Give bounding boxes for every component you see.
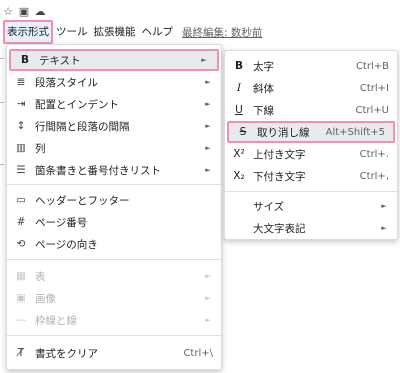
bold-icon: B xyxy=(234,60,243,72)
line-spacing-icon: ↕ xyxy=(16,120,26,132)
bold-icon: B xyxy=(20,54,29,66)
menu-extensions[interactable]: 拡張機能 xyxy=(91,22,139,42)
menu-item-page-numbers[interactable]: # ページ番号 xyxy=(7,211,221,233)
submenu-item-italic[interactable]: I 斜体 Ctrl+I xyxy=(225,77,397,99)
submenu-item-bold[interactable]: B 太字 Ctrl+B xyxy=(225,55,397,77)
menu-item-header-footer[interactable]: ▭ ヘッダーとフッター xyxy=(7,189,221,211)
menu-tools[interactable]: ツール xyxy=(53,22,91,42)
menu-divider xyxy=(7,184,221,185)
menu-item-paragraph-style[interactable]: ≣ 段落スタイル ► xyxy=(7,71,221,93)
menu-divider xyxy=(7,259,221,260)
submenu-arrow-icon: ► xyxy=(201,56,207,64)
format-menu: B テキスト ► ≣ 段落スタイル ► ⇥ 配置とインデント ► ↕ 行間隔と段… xyxy=(6,44,222,370)
submenu-arrow-icon: ► xyxy=(381,224,387,232)
underline-icon: U xyxy=(235,104,243,116)
document-edge xyxy=(0,44,5,373)
menu-item-bullets[interactable]: ☰ 箇条書きと番号付きリスト ► xyxy=(7,159,221,181)
menu-item-clear-formatting[interactable]: T̸ 書式をクリア Ctrl+\ xyxy=(7,342,221,364)
submenu-arrow-icon: ► xyxy=(205,166,211,174)
submenu-arrow-icon: ► xyxy=(205,100,211,108)
bulleted-list-icon: ☰ xyxy=(16,164,26,176)
menu-item-orientation[interactable]: ⟲ ページの向き xyxy=(7,233,221,255)
menu-item-table[interactable]: ▦ 表 ► xyxy=(7,265,221,287)
text-submenu: B 太字 Ctrl+B I 斜体 Ctrl+I U 下線 Ctrl+U S 取り… xyxy=(224,50,398,240)
toolbar-icons: ☆ ▣ ☁ xyxy=(0,3,48,19)
header-footer-icon: ▭ xyxy=(16,194,26,206)
submenu-arrow-icon: ► xyxy=(205,144,211,152)
cloud-status-icon[interactable]: ☁ xyxy=(32,5,48,18)
page-orientation-icon: ⟲ xyxy=(16,238,26,250)
submenu-item-underline[interactable]: U 下線 Ctrl+U xyxy=(225,99,397,121)
submenu-arrow-icon: ► xyxy=(205,294,211,302)
submenu-arrow-icon: ► xyxy=(205,272,211,280)
submenu-item-superscript[interactable]: X² 上付き文字 Ctrl+. xyxy=(225,143,397,165)
menu-divider xyxy=(225,191,397,192)
last-edit-link[interactable]: 最終編集: 数秒前 xyxy=(182,25,262,40)
subscript-icon: X₂ xyxy=(233,170,245,182)
submenu-arrow-icon: ► xyxy=(381,202,387,210)
menu-item-columns[interactable]: ▥ 列 ► xyxy=(7,137,221,159)
menu-item-borders[interactable]: — 枠線と線 ► xyxy=(7,309,221,331)
indent-icon: ⇥ xyxy=(16,98,26,110)
menu-format[interactable]: 表示形式 xyxy=(3,20,53,44)
paragraph-style-icon: ≣ xyxy=(16,76,26,88)
submenu-item-strikethrough[interactable]: S 取り消し線 Alt+Shift+5 xyxy=(227,121,395,143)
submenu-item-subscript[interactable]: X₂ 下付き文字 Ctrl+, xyxy=(225,165,397,187)
move-folder-icon[interactable]: ▣ xyxy=(16,5,32,18)
submenu-arrow-icon: ► xyxy=(205,316,211,324)
submenu-item-size[interactable]: サイズ ► xyxy=(225,195,397,217)
italic-icon: I xyxy=(236,82,242,94)
menu-divider xyxy=(7,335,221,336)
submenu-arrow-icon: ► xyxy=(205,78,211,86)
table-icon: ▦ xyxy=(16,270,26,282)
strikethrough-icon: S xyxy=(239,126,247,138)
clear-formatting-icon: T̸ xyxy=(17,347,25,359)
menu-item-align-indent[interactable]: ⇥ 配置とインデント ► xyxy=(7,93,221,115)
star-icon[interactable]: ☆ xyxy=(0,5,16,18)
hash-icon: # xyxy=(16,216,26,228)
menu-bar: 表示形式 ツール 拡張機能 ヘルプ 最終編集: 数秒前 xyxy=(0,20,400,44)
menu-help[interactable]: ヘルプ xyxy=(139,22,177,42)
superscript-icon: X² xyxy=(233,148,245,160)
submenu-item-capitalization[interactable]: 大文字表記 ► xyxy=(225,217,397,239)
menu-item-text[interactable]: B テキスト ► xyxy=(9,49,219,71)
menu-item-line-spacing[interactable]: ↕ 行間隔と段落の間隔 ► xyxy=(7,115,221,137)
submenu-arrow-icon: ► xyxy=(205,122,211,130)
columns-icon: ▥ xyxy=(16,142,26,154)
image-icon: ▣ xyxy=(16,292,26,304)
horizontal-line-icon: — xyxy=(15,314,27,326)
menu-item-image[interactable]: ▣ 画像 ► xyxy=(7,287,221,309)
